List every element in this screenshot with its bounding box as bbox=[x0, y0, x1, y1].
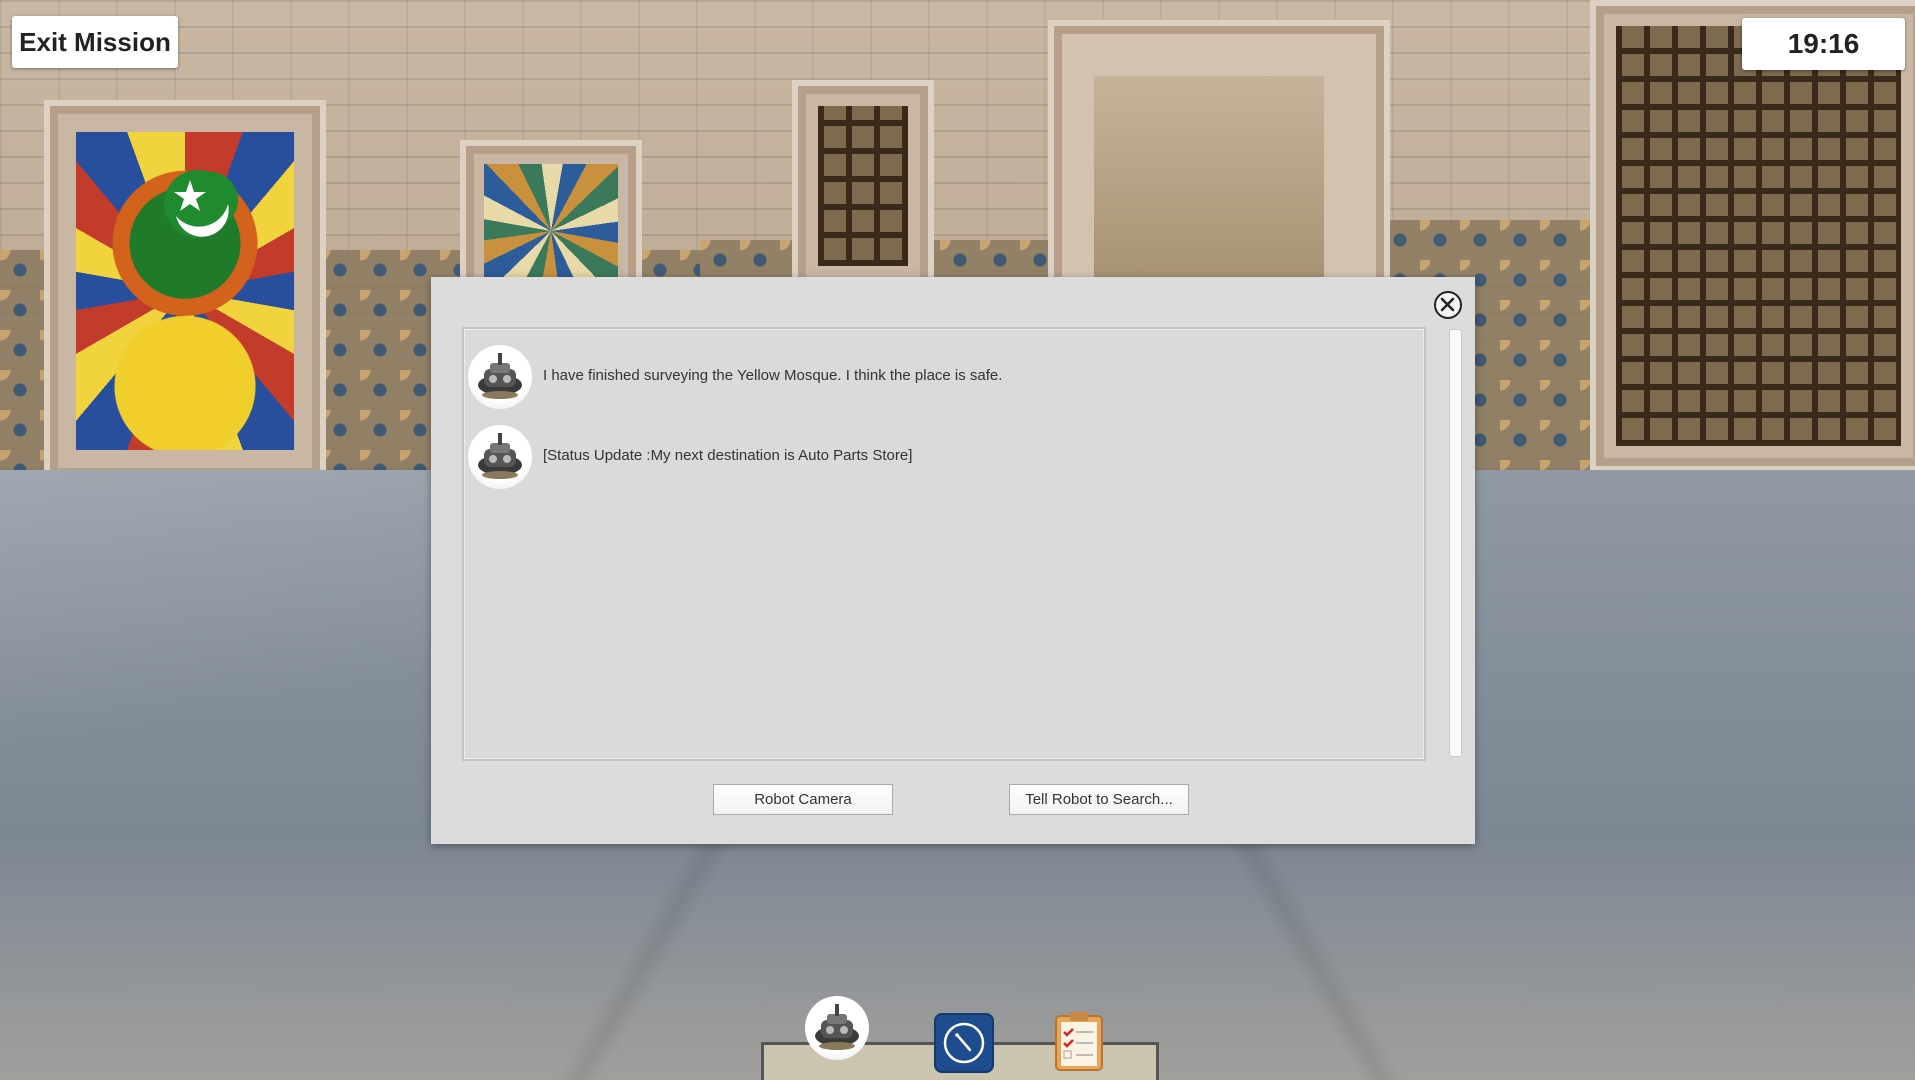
message-scrollbar[interactable] bbox=[1449, 329, 1462, 757]
robot-camera-button[interactable]: Robot Camera bbox=[713, 784, 893, 815]
robot-message-dialog: I have finished surveying the Yellow Mos… bbox=[431, 277, 1475, 844]
list-item: [Status Update :My next destination is A… bbox=[468, 425, 1408, 491]
archway-frame bbox=[1048, 20, 1390, 306]
list-item: I have finished surveying the Yellow Mos… bbox=[468, 345, 1408, 411]
lattice bbox=[1616, 26, 1901, 446]
tell-robot-search-button[interactable]: Tell Robot to Search... bbox=[1009, 784, 1189, 815]
grille bbox=[818, 106, 908, 266]
close-icon[interactable] bbox=[1434, 291, 1462, 319]
mission-timer: 19:16 bbox=[1742, 18, 1905, 70]
stained-glass-window bbox=[44, 100, 326, 482]
grille-door bbox=[792, 80, 934, 292]
checklist-icon[interactable] bbox=[1052, 1010, 1106, 1072]
exit-mission-button[interactable]: Exit Mission bbox=[12, 16, 178, 68]
message-text: I have finished surveying the Yellow Mos… bbox=[543, 367, 1003, 384]
lattice-window bbox=[1590, 0, 1915, 472]
message-text: [Status Update :My next destination is A… bbox=[543, 447, 913, 464]
compass-icon[interactable] bbox=[936, 1015, 992, 1071]
crescent-star-icon bbox=[164, 170, 238, 238]
message-list: I have finished surveying the Yellow Mos… bbox=[462, 327, 1426, 761]
robot-icon[interactable] bbox=[805, 996, 869, 1060]
robot-avatar-icon bbox=[468, 425, 532, 489]
archway-opening bbox=[1094, 76, 1324, 306]
robot-avatar-icon bbox=[468, 345, 532, 409]
